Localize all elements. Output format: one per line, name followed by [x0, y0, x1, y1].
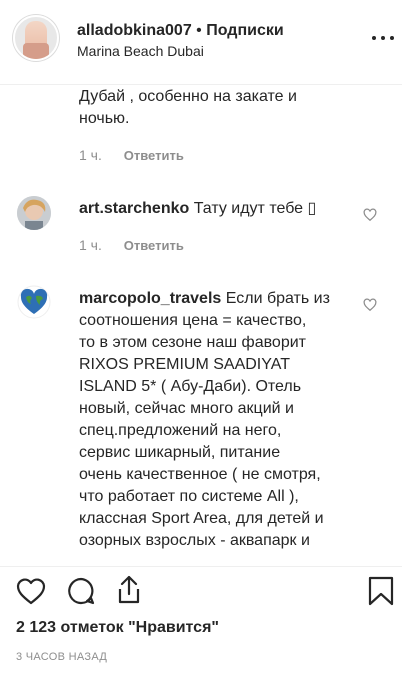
comment-line: RIXOS PREMIUM SAADIYAT: [79, 356, 290, 373]
reply-button[interactable]: Ответить: [124, 238, 184, 253]
comment-icon[interactable]: [66, 577, 96, 610]
comment-body: Тату идут тебе ▯: [193, 200, 317, 217]
comment-meta: 1 ч. Ответить: [79, 147, 184, 163]
comment-text: art.starchenko Тату идут тебе ▯: [79, 198, 316, 220]
share-icon[interactable]: [115, 575, 143, 610]
comment-text: marcopolo_travels Если брать из соотноше…: [79, 288, 379, 552]
comment-line: то в этом сезоне наш фаворит: [79, 334, 306, 351]
comment-line: очень качественное ( не смотря,: [79, 466, 321, 483]
comment-line: классная Sport Area, для детей и: [79, 510, 324, 527]
comment-line: спец.предложений на него,: [79, 422, 282, 439]
post-location[interactable]: Marina Beach Dubai: [77, 43, 204, 59]
commenter-username[interactable]: art.starchenko: [79, 200, 189, 217]
comment-line: ночью.: [79, 110, 130, 127]
bookmark-icon[interactable]: [368, 576, 394, 611]
comment-line: озорных взрослых - аквапарк и: [79, 532, 310, 549]
more-options-icon[interactable]: [372, 34, 394, 42]
reply-button[interactable]: Ответить: [124, 148, 184, 163]
comment-time: 1 ч.: [79, 147, 102, 163]
author-username[interactable]: alladobkina007: [77, 22, 192, 39]
author-line: alladobkina007 • Подписки: [77, 22, 284, 40]
comment-line: что работает по системе All ),: [79, 488, 299, 505]
separator-dot: •: [196, 22, 202, 39]
comment-line: соотношения цена = качество,: [79, 312, 307, 329]
comment-like-icon[interactable]: [363, 298, 379, 314]
following-button[interactable]: Подписки: [206, 22, 283, 39]
commenter-avatar[interactable]: [17, 285, 51, 319]
comment-line: новый, сейчас много акций и: [79, 400, 294, 417]
heart-icon[interactable]: [16, 577, 46, 610]
comment-like-icon[interactable]: [363, 208, 379, 224]
comment-line: ISLAND 5* ( Абу-Даби). Отель: [79, 378, 302, 395]
commenter-avatar[interactable]: [17, 196, 51, 230]
comments-list[interactable]: Дубай , особенно на закате и ночью. 1 ч.…: [0, 86, 402, 566]
comment-text: Дубай , особенно на закате и ночью.: [79, 86, 297, 130]
post-actions: 2 123 отметок "Нравится" 3 ЧАСОВ НАЗАД: [0, 566, 402, 683]
post-header: alladobkina007 • Подписки Marina Beach D…: [0, 0, 402, 85]
comment-line: Дубай , особенно на закате и: [79, 88, 297, 105]
author-avatar[interactable]: [13, 15, 59, 61]
likes-count[interactable]: 2 123 отметок "Нравится": [16, 619, 219, 637]
comment-body-start: Если брать из: [225, 290, 330, 307]
comment-meta: 1 ч. Ответить: [79, 237, 184, 253]
post-timestamp: 3 ЧАСОВ НАЗАД: [16, 651, 108, 663]
commenter-username[interactable]: marcopolo_travels: [79, 290, 221, 307]
comment-line: сервис шикарный, питание: [79, 444, 281, 461]
comment-time: 1 ч.: [79, 237, 102, 253]
